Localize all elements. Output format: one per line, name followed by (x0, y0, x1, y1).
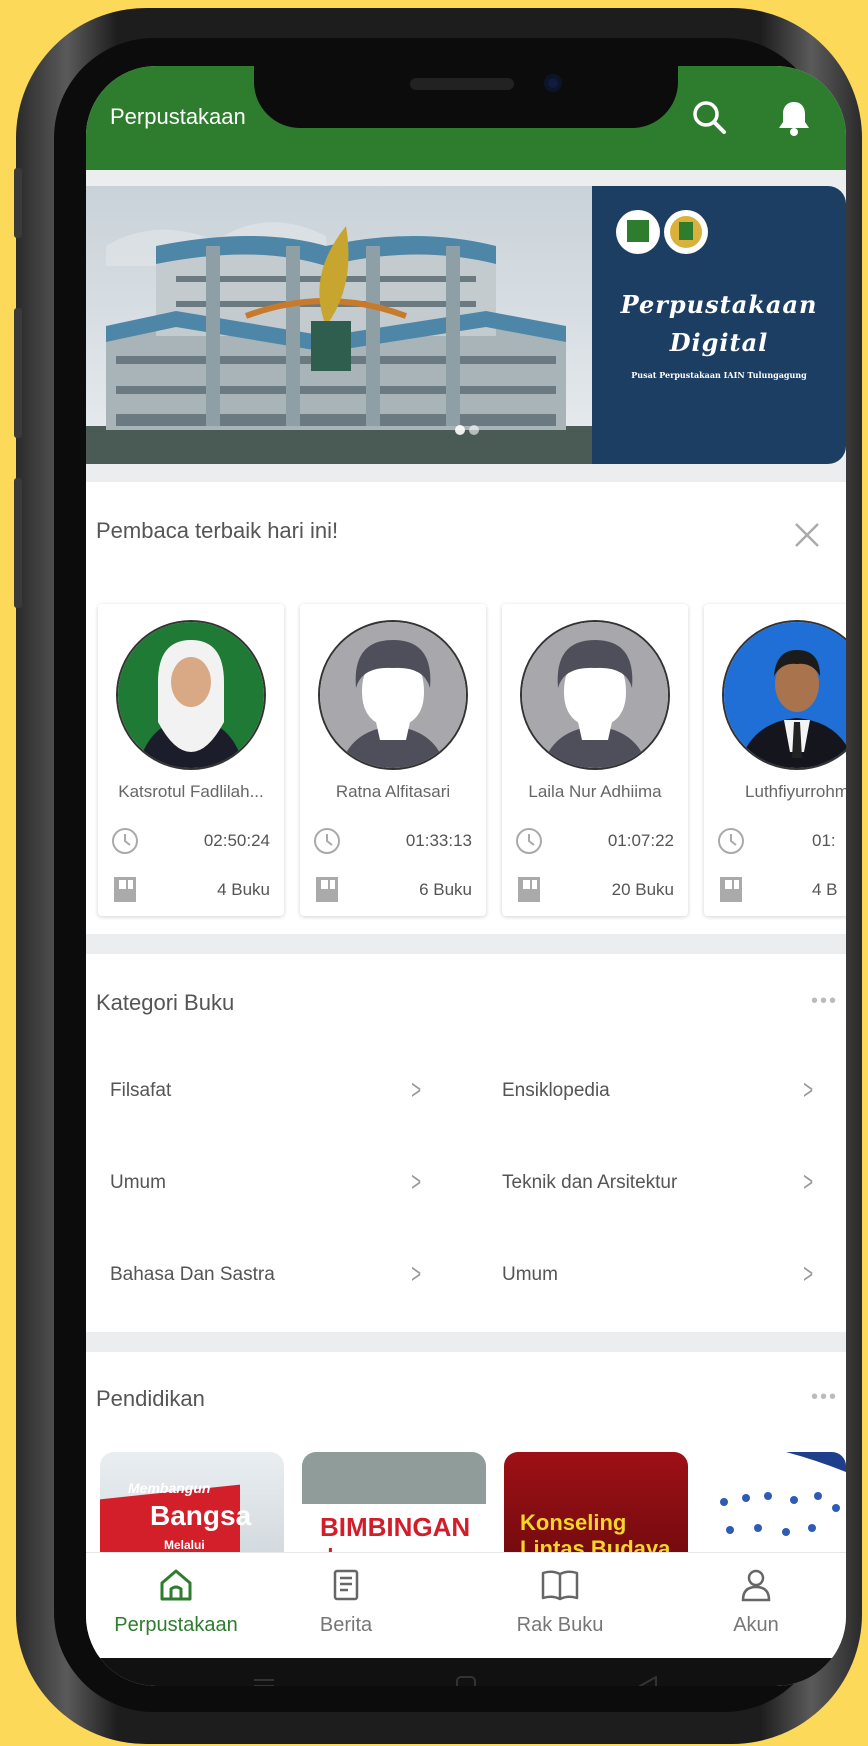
news-icon (333, 1569, 359, 1601)
category-label: Umum (502, 1264, 558, 1285)
chevron-right-icon: > (803, 1166, 814, 1197)
book-icon (518, 877, 540, 902)
reader-name: Laila Nur Adhiima (528, 782, 662, 801)
best-readers-title: Pembaca terbaik hari ini! (96, 518, 339, 543)
banner-subtitle: Pusat Perpustakaan IAIN Tulungagung (631, 370, 807, 380)
reader-avatar (722, 620, 846, 770)
books-read: 4 Buku (217, 880, 270, 899)
nav-item-berita[interactable]: Berita (256, 1567, 436, 1637)
category-label: Ensiklopedia (502, 1080, 610, 1101)
nav-item-akun[interactable]: Akun (666, 1567, 846, 1637)
nav-label: Berita (319, 1614, 373, 1636)
reading-time: 01: (812, 831, 836, 850)
category-label: Bahasa Dan Sastra (110, 1264, 275, 1285)
category-label: Teknik dan Arsitektur (502, 1172, 678, 1193)
open-book-icon (541, 1570, 579, 1601)
user-icon (741, 1569, 771, 1602)
pendidikan-section: Pendidikan ••• Membangun Bangsa Melalui … (86, 1352, 846, 1572)
book-title-line: Membangun (128, 1480, 211, 1496)
chevron-right-icon: > (411, 1258, 422, 1289)
pendidikan-title: Pendidikan (96, 1386, 205, 1411)
chevron-right-icon: > (411, 1074, 422, 1105)
chevron-right-icon: > (411, 1166, 422, 1197)
reader-avatar (520, 620, 670, 770)
clock-icon (112, 828, 138, 854)
reading-time: 01:33:13 (405, 831, 472, 850)
reader-name: Ratna Alfitasari (335, 782, 451, 801)
reader-card[interactable]: Laila Nur Adhiima 01:07:22 20 Buku (502, 604, 688, 916)
categories-title: Kategori Buku (96, 990, 235, 1015)
nav-label: Perpustakaan (114, 1614, 238, 1636)
clock-icon (314, 828, 340, 854)
back-icon[interactable] (636, 1674, 660, 1686)
reader-name: Katsrotul Fadlilah... (118, 782, 264, 801)
category-label: Filsafat (110, 1080, 172, 1101)
system-navigation-bar (86, 1658, 846, 1686)
nav-item-rak-buku[interactable]: Rak Buku (470, 1567, 650, 1637)
app-screen: Perpustakaan Perpustakaan Digital Pusat … (86, 66, 846, 1686)
volume-up-button (14, 308, 22, 438)
reader-card[interactable]: Katsrotul Fadlilah... 02:50:24 4 Buku (98, 604, 284, 916)
nav-label: Rak Buku (516, 1614, 604, 1636)
best-readers-section: Pembaca terbaik hari ini! Katsrotul Fadl… (86, 482, 846, 934)
volume-down-button (14, 478, 22, 608)
reader-card[interactable]: Ratna Alfitasari 01:33:13 6 Buku (300, 604, 486, 916)
book-icon (720, 877, 742, 902)
more-icon[interactable]: ••• (811, 1386, 838, 1409)
close-icon[interactable] (792, 520, 822, 550)
reading-time: 01:07:22 (607, 831, 674, 850)
book-title-line: Melalui (164, 1538, 205, 1552)
notch (254, 66, 678, 128)
silent-switch (14, 168, 22, 238)
phone-frame: Perpustakaan Perpustakaan Digital Pusat … (14, 8, 862, 1744)
book-title-line: BIMBINGAN (320, 1512, 471, 1542)
chevron-right-icon: > (803, 1074, 814, 1105)
books-read: 4 B (812, 880, 838, 899)
reading-time: 02:50:24 (203, 831, 270, 850)
books-read: 20 Buku (611, 880, 674, 899)
recent-apps-icon[interactable] (252, 1676, 276, 1686)
book-icon (114, 877, 136, 902)
banner-title-1: Perpustakaan (620, 290, 818, 319)
banner-carousel[interactable]: Perpustakaan Digital Pusat Perpustakaan … (86, 186, 846, 464)
home-button-icon[interactable] (454, 1674, 478, 1686)
bottom-navigation: Perpustakaan Berita Rak Buku Akun (86, 1552, 846, 1659)
books-read: 6 Buku (419, 880, 472, 899)
banner-image (86, 186, 846, 464)
more-icon[interactable]: ••• (811, 990, 838, 1013)
book-title-line: Konseling (520, 1510, 627, 1535)
home-icon (160, 1569, 192, 1601)
clock-icon (516, 828, 542, 854)
category-label: Umum (110, 1172, 166, 1193)
app-title: Perpustakaan (110, 104, 246, 129)
categories-section: Kategori Buku ••• Filsafat > Ensiklopedi… (86, 954, 846, 1332)
reader-avatar (116, 620, 266, 770)
chevron-right-icon: > (803, 1258, 814, 1289)
clock-icon (718, 828, 744, 854)
search-icon[interactable] (688, 96, 732, 140)
reader-avatar (318, 620, 468, 770)
nav-item-perpustakaan[interactable]: Perpustakaan (86, 1567, 266, 1637)
notification-bell-icon[interactable] (772, 96, 816, 140)
speaker (410, 78, 514, 90)
banner-title-2: Digital (669, 328, 769, 357)
book-title-line: Bangsa (150, 1500, 252, 1531)
reader-card[interactable]: Luthfiyurrohm 01: 4 B (704, 604, 846, 916)
nav-label: Akun (733, 1614, 779, 1636)
reader-name: Luthfiyurrohm (745, 782, 846, 801)
book-icon (316, 877, 338, 902)
front-camera (544, 74, 562, 92)
